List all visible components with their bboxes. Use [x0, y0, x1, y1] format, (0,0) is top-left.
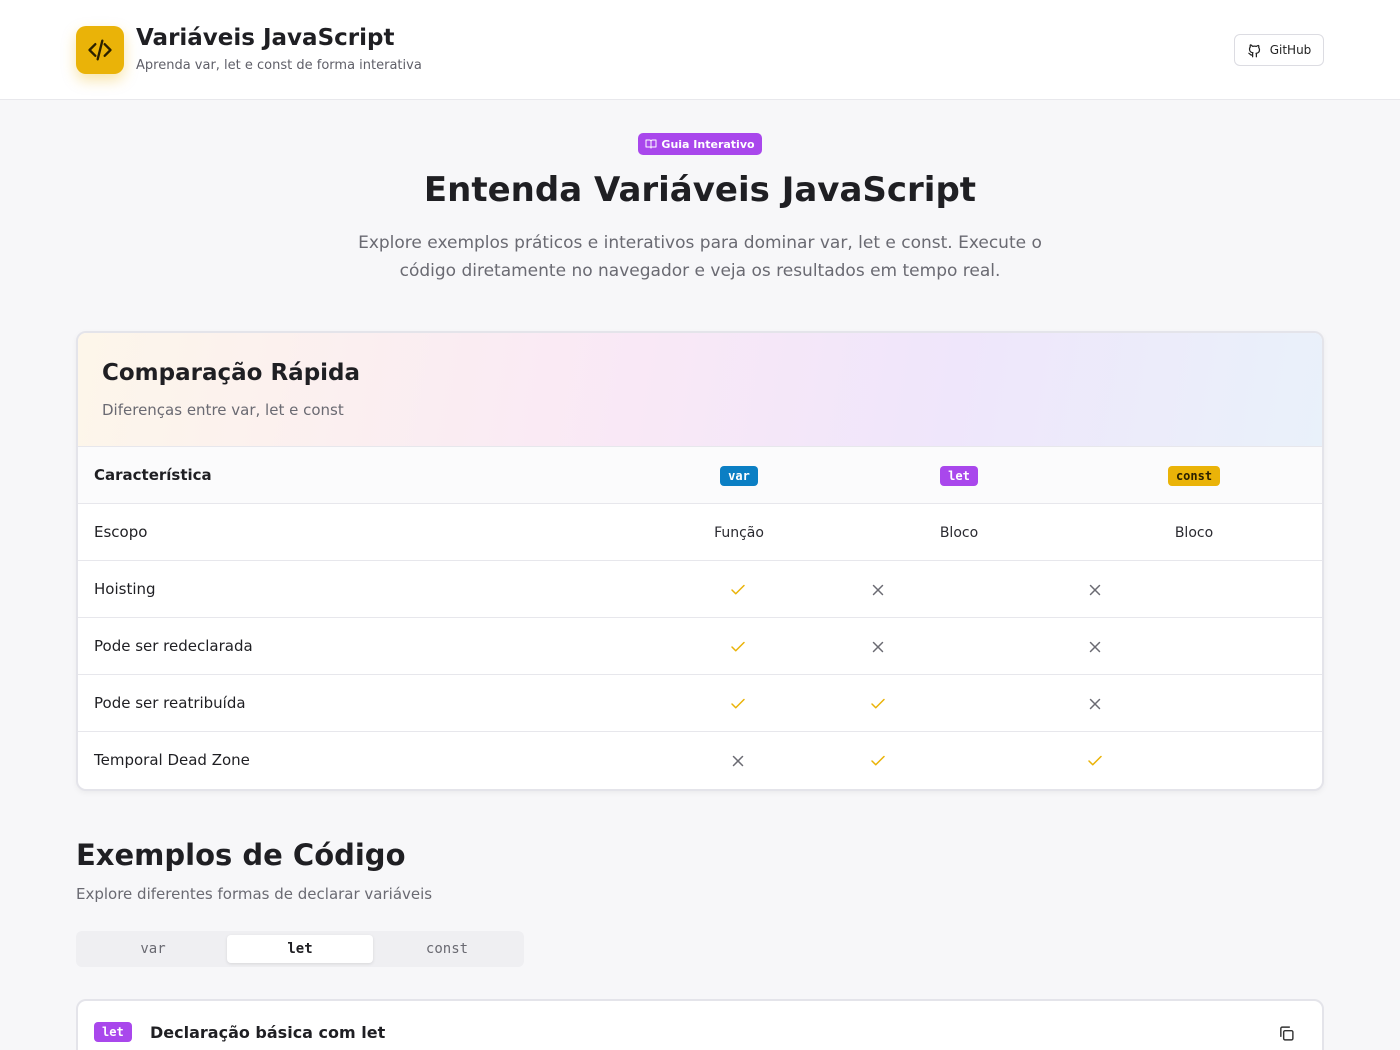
cell-let [818, 675, 938, 732]
github-button[interactable]: GitHub [1234, 34, 1324, 66]
cell-let [818, 618, 938, 675]
copy-icon [1279, 1025, 1294, 1041]
cell-const [1035, 561, 1155, 618]
x-icon [1089, 641, 1101, 652]
comparison-row: Temporal Dead Zone [78, 732, 1322, 789]
hero-title: Entenda Variáveis JavaScript [423, 170, 977, 210]
cell-var [678, 732, 798, 789]
var-badge: var [720, 465, 758, 486]
copy-button[interactable] [1274, 1021, 1298, 1045]
let-badge: let [940, 465, 978, 486]
example-title: Declaração básica com let [150, 1023, 386, 1042]
hero-description: Explore exemplos práticos e interativos … [358, 233, 1042, 281]
comparison-row: Pode ser reatribuída [78, 675, 1322, 732]
tab-let[interactable]: let [227, 935, 373, 963]
x-icon [1089, 698, 1101, 709]
cell-const [1035, 675, 1155, 732]
comparison-card: Comparação Rápida Diferenças entre var, … [76, 331, 1324, 791]
github-label: GitHub [1269, 43, 1312, 57]
feature-label: Escopo [94, 523, 148, 541]
feature-column-header: Característica [94, 466, 212, 484]
book-icon [645, 139, 657, 149]
cell-let [818, 732, 938, 789]
top-header: Variáveis JavaScript Aprenda var, let e … [0, 0, 1400, 100]
cell-var: Função [714, 524, 764, 541]
tab-var[interactable]: var [80, 935, 226, 963]
comparison-row: Escopo Função Bloco Bloco [78, 504, 1322, 561]
feature-label: Hoisting [94, 580, 156, 598]
x-icon [1089, 584, 1101, 595]
const-badge: const [1167, 465, 1221, 486]
comparison-title: Comparação Rápida [102, 360, 361, 386]
app-title: Variáveis JavaScript [136, 25, 395, 51]
x-icon [732, 755, 744, 766]
examples-description: Explore diferentes formas de declarar va… [76, 885, 433, 903]
examples-title: Exemplos de Código [76, 838, 406, 872]
tab-const[interactable]: const [374, 935, 520, 963]
column-const: const [1134, 447, 1254, 504]
cell-const [1035, 732, 1155, 789]
cell-let [818, 561, 938, 618]
comparison-row: Pode ser redeclarada [78, 618, 1322, 675]
column-let: let [899, 447, 1019, 504]
cell-let: Bloco [939, 524, 979, 541]
check-icon [731, 641, 745, 651]
x-icon [872, 584, 884, 595]
comparison-card-header: Comparação Rápida Diferenças entre var, … [78, 333, 1322, 447]
guide-badge: Guia Interativo [638, 133, 762, 155]
app-subtitle: Aprenda var, let e const de forma intera… [136, 58, 422, 73]
github-icon [1247, 43, 1260, 57]
cell-var [678, 561, 798, 618]
comparison-description: Diferenças entre var, let e const [102, 401, 344, 419]
guide-badge-label: Guia Interativo [661, 137, 755, 151]
cell-var [678, 618, 798, 675]
check-icon [1088, 755, 1102, 765]
column-var: var [679, 447, 799, 504]
example-card: let Declaração básica com let [76, 999, 1324, 1050]
cell-const: Bloco [1174, 524, 1214, 541]
examples-tabs: var let const [76, 931, 524, 967]
cell-var [678, 675, 798, 732]
check-icon [731, 698, 745, 708]
feature-label: Temporal Dead Zone [94, 751, 250, 769]
check-icon [871, 698, 885, 708]
feature-label: Pode ser reatribuída [94, 694, 246, 712]
logo [76, 26, 124, 74]
x-icon [872, 641, 884, 652]
cell-const [1035, 618, 1155, 675]
code-icon [88, 39, 112, 61]
example-badge: let [94, 1022, 132, 1042]
feature-label: Pode ser redeclarada [94, 637, 253, 655]
check-icon [731, 584, 745, 594]
comparison-row: Hoisting [78, 561, 1322, 618]
comparison-header-row: Característica var let const [78, 447, 1322, 504]
check-icon [871, 755, 885, 765]
